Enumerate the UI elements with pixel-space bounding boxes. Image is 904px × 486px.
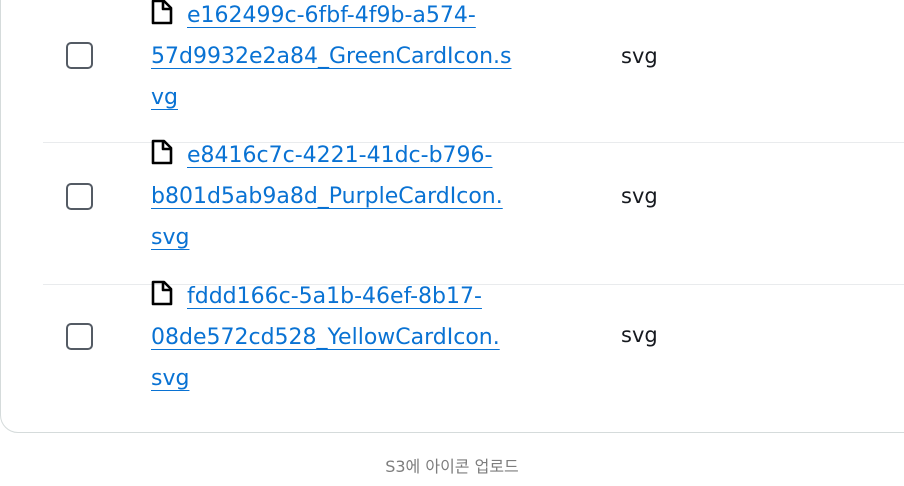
object-name-cell: e8416c7c-4221-41dc-b796- b801d5ab9a8d_Pur… xyxy=(151,135,581,258)
figure-caption: S3에 아이콘 업로드 xyxy=(385,457,519,476)
object-name-cell: e162499c-6fbf-4f9b-a574- 57d9932e2a84_Gre… xyxy=(151,0,581,118)
row-checkbox[interactable] xyxy=(66,183,93,210)
row-checkbox[interactable] xyxy=(66,323,93,350)
table-row: e8416c7c-4221-41dc-b796- b801d5ab9a8d_Pur… xyxy=(43,139,904,285)
table-row: e162499c-6fbf-4f9b-a574- 57d9932e2a84_Gre… xyxy=(43,0,904,143)
row-checkbox[interactable] xyxy=(66,42,93,69)
object-name-link[interactable]: e162499c-6fbf-4f9b-a574- 57d9932e2a84_Gre… xyxy=(151,3,512,110)
file-icon xyxy=(151,280,173,306)
object-type: svg xyxy=(621,44,658,68)
objects-table-panel: e162499c-6fbf-4f9b-a574- 57d9932e2a84_Gre… xyxy=(0,0,904,433)
table-row: fddd166c-5a1b-46ef-8b17- 08de572cd528_Yel… xyxy=(43,280,904,424)
page: e162499c-6fbf-4f9b-a574- 57d9932e2a84_Gre… xyxy=(0,0,904,486)
object-type: svg xyxy=(621,184,658,208)
object-name-link[interactable]: fddd166c-5a1b-46ef-8b17- 08de572cd528_Yel… xyxy=(151,284,500,391)
object-name-link[interactable]: e8416c7c-4221-41dc-b796- b801d5ab9a8d_Pur… xyxy=(151,143,503,250)
file-icon xyxy=(151,139,173,165)
object-type: svg xyxy=(621,323,658,347)
file-icon xyxy=(151,0,173,25)
object-name-cell: fddd166c-5a1b-46ef-8b17- 08de572cd528_Yel… xyxy=(151,276,581,399)
